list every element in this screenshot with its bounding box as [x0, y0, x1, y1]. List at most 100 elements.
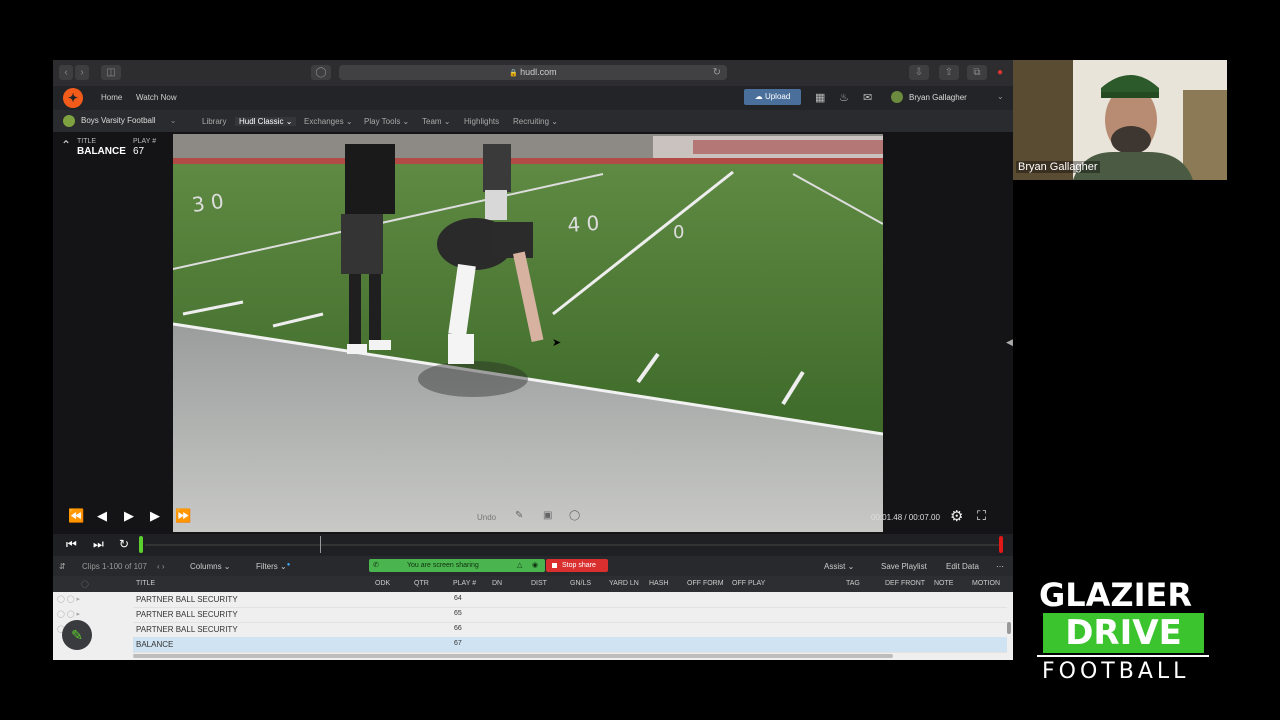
- reload-icon[interactable]: ↻: [713, 65, 721, 80]
- column-header[interactable]: PLAY #: [453, 580, 476, 587]
- expand-panel-icon[interactable]: ◀: [1006, 337, 1013, 348]
- bell-icon[interactable]: ♨: [839, 91, 849, 104]
- previous-clip-icon[interactable]: ⏮: [66, 537, 77, 552]
- chevron-up-icon[interactable]: ⌃: [61, 138, 71, 152]
- nav-watch-now[interactable]: Watch Now: [136, 93, 177, 102]
- loop-icon[interactable]: ↻: [119, 537, 129, 551]
- step-back-icon[interactable]: ◀​: [97, 508, 107, 524]
- table-row-selected[interactable]: BALANCE 67: [133, 637, 1007, 653]
- more-options-icon[interactable]: ⋯: [996, 562, 1004, 571]
- fullscreen-icon[interactable]: ⛶: [977, 508, 986, 524]
- tab-exchanges[interactable]: Exchanges ⌄: [304, 117, 353, 126]
- row-play-number: 66: [454, 625, 462, 632]
- share-icon[interactable]: ⇧: [939, 65, 959, 80]
- timeline[interactable]: ⏮ ⏭ ↻: [53, 534, 1013, 556]
- column-header[interactable]: TITLE: [136, 580, 155, 587]
- team-logo-icon[interactable]: [63, 115, 75, 127]
- tabs-icon[interactable]: ⧉: [967, 65, 987, 80]
- playhead[interactable]: [139, 536, 143, 553]
- column-header[interactable]: HASH: [649, 580, 668, 587]
- video-frame[interactable]: 3 0 4 0 0 ➤: [173, 134, 883, 532]
- sidebar-icon[interactable]: ◫: [101, 65, 121, 80]
- tab-hudl-classic[interactable]: Hudl Classic ⌄: [235, 117, 297, 126]
- forward-icon[interactable]: ›: [75, 65, 89, 80]
- assist-dropdown[interactable]: Assist ⌄: [824, 562, 854, 571]
- circle-tool-icon[interactable]: ◯: [569, 510, 580, 521]
- hudl-logo-icon[interactable]: ✦: [63, 88, 83, 108]
- svg-text:3 0: 3 0: [190, 189, 225, 217]
- table-row[interactable]: PARTNER BALL SECURITY 64: [133, 592, 1007, 608]
- tab-team[interactable]: Team ⌄: [422, 117, 451, 126]
- column-header[interactable]: DN: [492, 580, 502, 587]
- step-forward-icon[interactable]: ▶​: [150, 508, 160, 524]
- horizontal-scrollbar[interactable]: [133, 654, 893, 658]
- team-selector[interactable]: Boys Varsity Football ⌄: [81, 116, 176, 125]
- table-row[interactable]: PARTNER BALL SECURITY 65: [133, 607, 1007, 623]
- row-controls-icon[interactable]: ◯ ◯ ▸: [57, 595, 80, 603]
- back-icon[interactable]: ‹: [59, 65, 73, 80]
- tab-play-tools[interactable]: Play Tools ⌄: [364, 117, 409, 126]
- row-title: PARTNER BALL SECURITY: [136, 595, 238, 604]
- edit-data-button[interactable]: Edit Data: [946, 562, 979, 571]
- fast-forward-icon[interactable]: ⏩: [175, 508, 191, 524]
- filters-dropdown[interactable]: Filters ⌄●: [256, 562, 290, 571]
- chevron-down-icon[interactable]: ⌄: [997, 92, 1004, 101]
- tab-library[interactable]: Library: [202, 117, 226, 126]
- page-nav-icon[interactable]: ‹ ›: [157, 562, 165, 571]
- column-header[interactable]: QTR: [414, 580, 429, 587]
- play-icon[interactable]: ▶: [124, 508, 134, 524]
- column-header[interactable]: ODK: [375, 580, 390, 587]
- upload-button[interactable]: ☁ Upload: [744, 89, 801, 105]
- assist-label: Assist: [824, 562, 846, 571]
- undo-button[interactable]: Undo: [477, 513, 496, 522]
- column-header[interactable]: NOTE: [934, 580, 953, 587]
- phone-icon: ✆: [373, 562, 379, 569]
- column-header[interactable]: TAG: [846, 580, 860, 587]
- url-bar[interactable]: 🔒 hudl.com ↻: [339, 65, 727, 80]
- column-header[interactable]: OFF PLAY: [732, 580, 765, 587]
- timeline-track[interactable]: [145, 544, 1000, 546]
- upload-label: Upload: [764, 92, 791, 101]
- columns-dropdown[interactable]: Columns ⌄: [190, 562, 231, 571]
- webcam-tile: Bryan Gallagher: [1013, 60, 1227, 180]
- tab-recruiting[interactable]: Recruiting ⌄: [513, 117, 558, 126]
- screen-icon[interactable]: ▣: [543, 510, 552, 521]
- sort-icon[interactable]: ⇵: [59, 562, 66, 571]
- draw-tool-icon[interactable]: ✎: [515, 510, 523, 521]
- next-clip-icon[interactable]: ⏭: [93, 537, 104, 552]
- user-name[interactable]: Bryan Gallagher: [909, 93, 967, 102]
- tab-label: Exchanges: [304, 117, 344, 126]
- download-icon[interactable]: ⇩: [909, 65, 929, 80]
- row-title: PARTNER BALL SECURITY: [136, 625, 238, 634]
- nav-home[interactable]: Home: [101, 93, 122, 102]
- logo-divider: [1037, 655, 1209, 657]
- column-header[interactable]: MOTION: [972, 580, 1000, 587]
- column-header[interactable]: YARD LN: [609, 580, 639, 587]
- save-playlist-button[interactable]: Save Playlist: [881, 562, 927, 571]
- row-controls-icon[interactable]: ◯ ◯ ▸: [57, 610, 80, 618]
- calendar-icon[interactable]: ▦: [815, 91, 825, 104]
- shield-icon[interactable]: ◯: [311, 65, 331, 80]
- pencil-icon[interactable]: ✎: [62, 620, 92, 650]
- gear-icon[interactable]: ⚙: [950, 507, 963, 525]
- tab-label: Hudl Classic: [239, 117, 284, 126]
- select-all-icon[interactable]: ◯: [81, 580, 89, 588]
- column-header[interactable]: OFF FORM: [687, 580, 724, 587]
- timecode: 00:01.48 / 00:07.00: [871, 513, 940, 522]
- rewind-icon[interactable]: ⏪: [68, 508, 84, 524]
- messages-icon[interactable]: ✉: [863, 91, 872, 104]
- table-row[interactable]: PARTNER BALL SECURITY 66: [133, 622, 1007, 638]
- stop-share-button[interactable]: Stop share: [546, 559, 608, 572]
- tab-highlights[interactable]: Highlights: [464, 117, 499, 126]
- tab-label: Play Tools: [364, 117, 401, 126]
- row-title: PARTNER BALL SECURITY: [136, 610, 238, 619]
- column-header[interactable]: GN/LS: [570, 580, 591, 587]
- pause-share-icon[interactable]: △: [517, 559, 522, 572]
- avatar[interactable]: [891, 91, 903, 103]
- column-header[interactable]: DIST: [531, 580, 547, 587]
- row-play-number: 65: [454, 610, 462, 617]
- vertical-scrollbar[interactable]: [1007, 622, 1011, 634]
- logo-text-glazier: GLAZIER: [1039, 576, 1193, 614]
- shield-icon[interactable]: ◉: [532, 559, 538, 572]
- column-header[interactable]: DEF FRONT: [885, 580, 925, 587]
